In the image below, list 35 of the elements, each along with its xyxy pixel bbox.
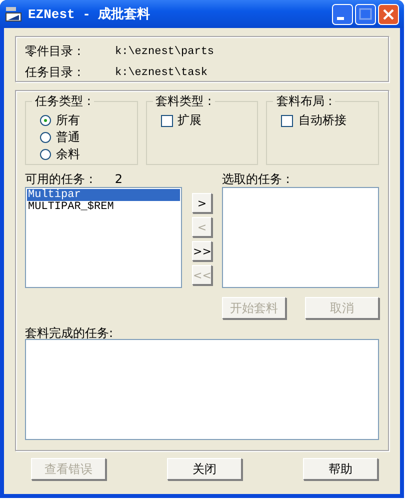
- dialog-button[interactable]: 关闭: [167, 458, 242, 480]
- group-title: 套料布局 :: [275, 93, 334, 110]
- window-title: EZNest - 成批套料: [28, 6, 152, 23]
- available-task-list[interactable]: Multipar MULTIPAR_$REM: [25, 187, 182, 288]
- list-label: 可用的任务 :: [25, 170, 93, 188]
- radio-label: 普通: [56, 129, 80, 146]
- radio-button[interactable]: [40, 132, 51, 143]
- list-label: 套料完成的任务:: [25, 325, 114, 339]
- checkbox-label: 扩展: [178, 112, 202, 129]
- radio-button[interactable]: [40, 149, 51, 160]
- checkbox[interactable]: [160, 114, 173, 126]
- minimize-icon[interactable]: [332, 4, 353, 24]
- checkbox[interactable]: [281, 114, 294, 126]
- directory-path: k:\eznest\task: [115, 66, 208, 78]
- completed-task-list[interactable]: [25, 339, 379, 440]
- directory-label: 零件目录 :: [25, 43, 82, 60]
- list-item[interactable]: Multipar: [27, 189, 180, 201]
- close-icon[interactable]: [378, 4, 399, 24]
- radio-button[interactable]: [40, 115, 51, 126]
- group-title: 任务类型 :: [34, 93, 92, 110]
- app-icon: [5, 6, 23, 22]
- maximize-icon[interactable]: [355, 4, 376, 24]
- task-count: 2: [114, 172, 122, 186]
- radio-label: 余料: [56, 146, 80, 163]
- directory-path: k:\eznest\parts: [115, 46, 214, 58]
- move-button[interactable]: >>: [192, 241, 212, 261]
- directory-label: 任务目录 :: [25, 64, 82, 81]
- dialog-button[interactable]: 帮助: [303, 458, 378, 480]
- list-item[interactable]: MULTIPAR_$REM: [27, 201, 180, 213]
- selected-task-list[interactable]: [222, 187, 379, 288]
- radio-label: 所有: [56, 112, 80, 129]
- group-title: 套料类型 :: [154, 93, 213, 110]
- move-button[interactable]: >: [192, 193, 212, 213]
- checkbox-label: 自动桥接: [298, 112, 346, 129]
- list-label: 选取的任务 :: [222, 170, 290, 188]
